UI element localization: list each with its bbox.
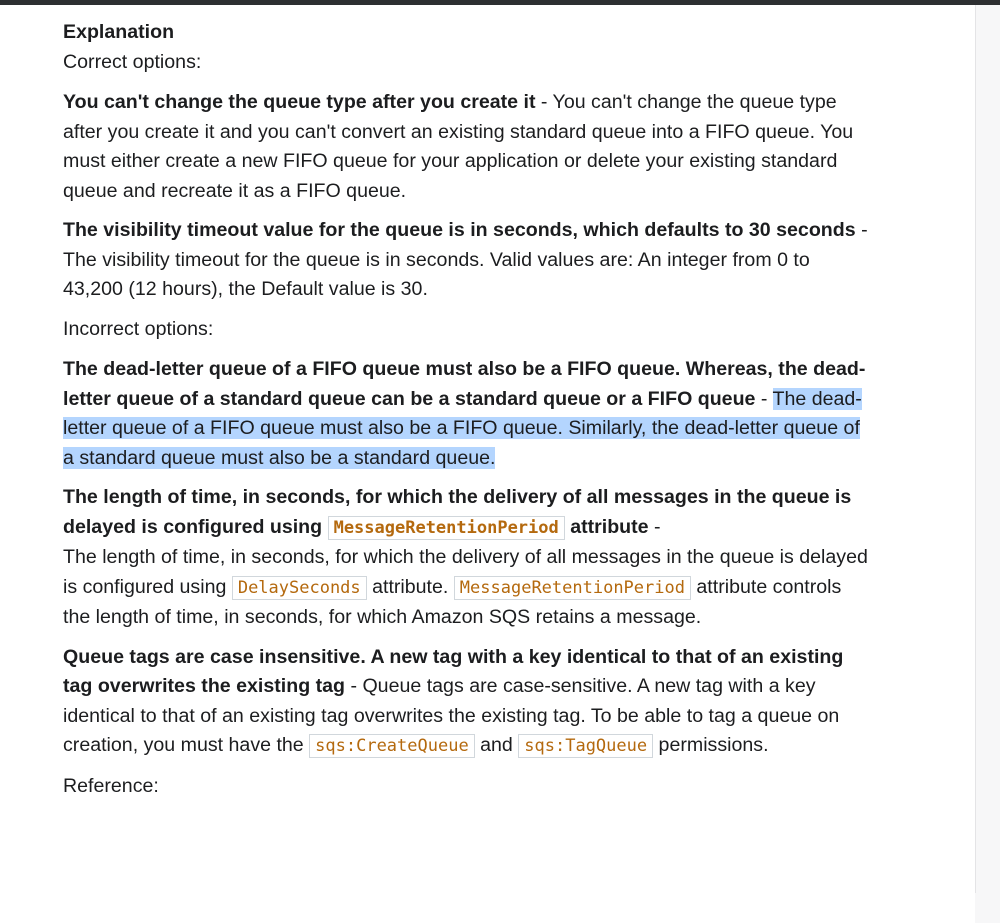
inline-code: sqs:CreateQueue [309, 734, 475, 758]
explanation-heading: Explanation [63, 21, 175, 43]
inline-code: MessageRetentionPeriod [327, 515, 565, 540]
option-title-text: attribute [564, 515, 649, 538]
incorrect-option-2: The length of time, in seconds, for whic… [63, 483, 868, 633]
incorrect-options-label: Incorrect options: [63, 317, 214, 340]
option-title: The length of time, in seconds, for whic… [63, 486, 851, 540]
correct-option-2: The visibility timeout value for the que… [63, 216, 868, 305]
incorrect-option-1: The dead-letter queue of a FIFO queue mu… [63, 355, 868, 473]
option-body: and [474, 734, 519, 756]
option-body: attribute. [366, 575, 454, 598]
incorrect-option-3: Queue tags are case insensitive. A new t… [63, 643, 868, 762]
option-body: permissions. [653, 734, 769, 756]
option-separator: - [855, 219, 868, 241]
inline-code: MessageRetentionPeriod [453, 575, 691, 600]
inline-code: sqs:TagQueue [518, 734, 654, 758]
option-separator: - [535, 91, 553, 113]
option-title: The dead-letter queue of a FIFO queue mu… [63, 358, 866, 410]
correct-option-1: You can't change the queue type after yo… [63, 88, 868, 206]
option-title: The visibility timeout value for the que… [63, 219, 856, 241]
option-separator: - [648, 515, 661, 538]
inline-code: DelaySeconds [231, 575, 367, 600]
option-title: You can't change the queue type after yo… [63, 91, 536, 113]
option-body: The visibility timeout for the queue is … [63, 248, 810, 301]
reference-label: Reference: [63, 774, 159, 797]
option-separator: - [345, 675, 363, 697]
panel-divider [975, 5, 976, 893]
explanation-content: Explanation Correct options: You can't c… [63, 18, 868, 812]
option-separator: - [755, 387, 773, 410]
correct-options-label: Correct options: [63, 50, 202, 73]
